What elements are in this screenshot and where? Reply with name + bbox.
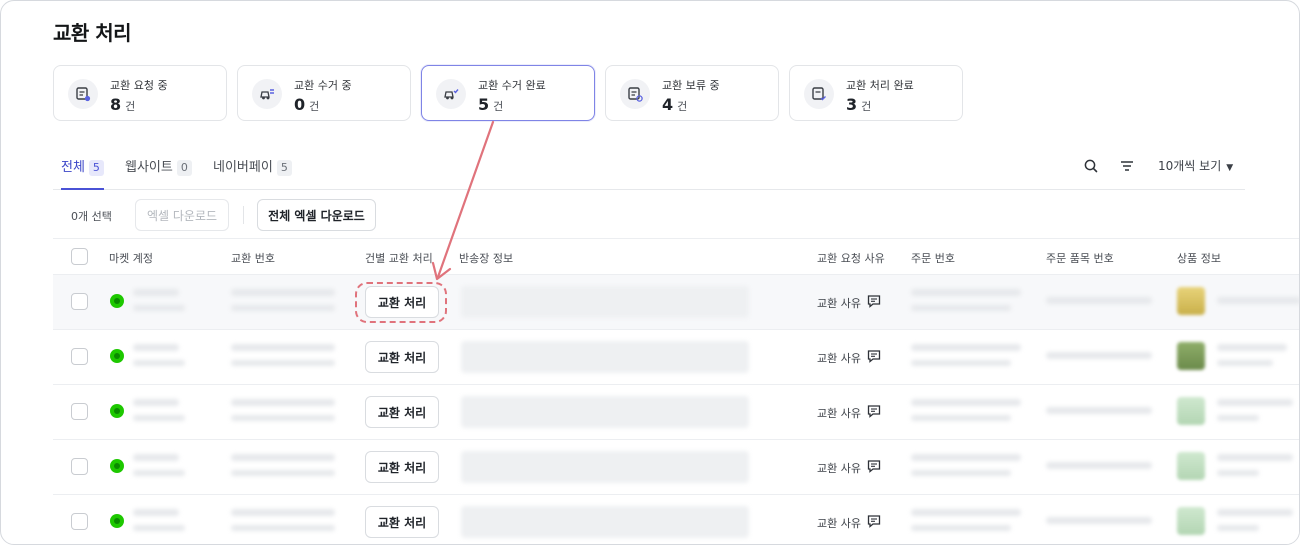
app-window: 교환 처리 교환 요청 중 8건 교환 수거 중 0건 교환 수거 완료 5건 bbox=[0, 0, 1300, 545]
annotation-arrow-icon bbox=[431, 120, 495, 281]
